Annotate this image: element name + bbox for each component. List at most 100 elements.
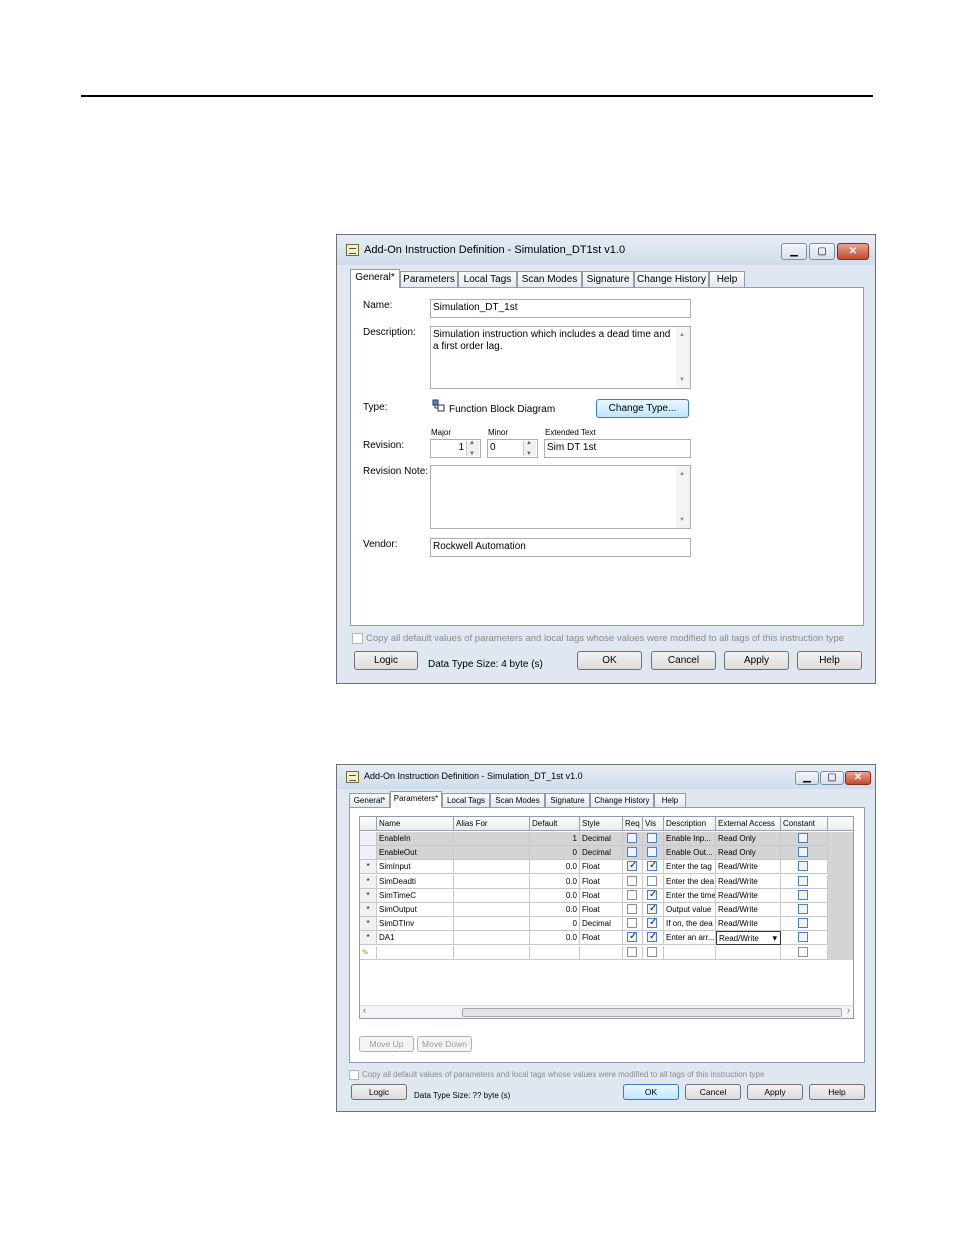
title-bar[interactable]: Add-On Instruction Definition - Simulati… (337, 765, 875, 789)
copy-defaults-checkbox[interactable] (349, 1070, 359, 1080)
vis-checkbox[interactable] (647, 931, 657, 943)
cell-style[interactable]: Float (580, 874, 623, 889)
constant-checkbox[interactable] (798, 833, 808, 843)
move-up-button[interactable]: Move Up (359, 1036, 414, 1052)
revision-note-scrollbar[interactable] (676, 466, 690, 528)
cell-marker[interactable]: * (360, 903, 377, 917)
new-row-cell-style[interactable] (580, 945, 623, 960)
cell-default[interactable]: 0 (530, 846, 580, 861)
cell-access[interactable]: Read/Write (716, 888, 781, 903)
req-checkbox[interactable] (627, 904, 637, 914)
vis-checkbox[interactable] (647, 889, 657, 901)
cell-name[interactable]: SimOutput (377, 903, 454, 917)
revision-note-field[interactable] (430, 465, 691, 529)
vendor-field[interactable]: Rockwell Automation (430, 538, 691, 557)
cell-default[interactable]: 1 (530, 832, 580, 846)
cell-alias[interactable] (454, 860, 530, 875)
cell-style[interactable]: Float (580, 888, 623, 903)
cell-marker[interactable]: * (360, 860, 377, 875)
minor-spin-icon[interactable] (523, 440, 536, 457)
cell-description[interactable]: Output value (664, 903, 716, 917)
cell-description[interactable]: Enter the time (664, 888, 716, 903)
chevron-down-icon[interactable]: ▾ (772, 932, 777, 944)
cell-constant[interactable] (781, 832, 828, 846)
tab-general[interactable]: General* (350, 269, 400, 288)
cell-access[interactable]: Read Only (716, 832, 781, 846)
cell-access[interactable]: Read/Write (716, 903, 781, 917)
cell-req[interactable] (623, 917, 643, 932)
tab-change-history[interactable]: Change History (634, 271, 709, 288)
cell-vis[interactable] (643, 874, 664, 889)
cell-default[interactable]: 0 (530, 917, 580, 932)
cell-req[interactable] (623, 903, 643, 917)
minor-stepper[interactable]: 0 (487, 439, 538, 458)
tab-scan-modes[interactable]: Scan Modes (517, 271, 582, 288)
new-row-cell-req[interactable] (623, 945, 643, 960)
cell-vis[interactable] (643, 903, 664, 917)
cell-req[interactable] (623, 931, 643, 946)
extended-text-field[interactable]: Sim DT 1st (544, 439, 691, 458)
constant-checkbox[interactable] (798, 875, 808, 886)
minimize-button[interactable]: ▁ (781, 243, 807, 260)
cell-vis[interactable] (643, 888, 664, 903)
req-checkbox[interactable] (627, 847, 637, 858)
cell-name[interactable]: SimDeadti (377, 874, 454, 889)
tab-signature[interactable]: Signature (582, 271, 634, 288)
move-down-button[interactable]: Move Down (417, 1036, 472, 1052)
vis-checkbox[interactable] (647, 903, 657, 915)
cell-style[interactable]: Decimal (580, 832, 623, 846)
grid-horizontal-scrollbar[interactable]: ‹ › (360, 1005, 853, 1018)
column-header-description[interactable]: Description (664, 817, 716, 831)
column-header-vis[interactable]: Vis (643, 817, 664, 831)
column-header-constant[interactable]: Constant (781, 817, 828, 831)
tab-signature[interactable]: Signature (545, 793, 590, 807)
maximize-button[interactable]: ▢ (809, 243, 835, 260)
new-row-cell-name[interactable] (377, 945, 454, 960)
tab-help[interactable]: Help (654, 793, 686, 807)
cancel-button[interactable]: Cancel (685, 1084, 741, 1100)
cell-description[interactable]: Enter an arr... (664, 931, 716, 946)
new-row-cell-vis[interactable] (643, 945, 664, 960)
cell-default[interactable]: 0.0 (530, 931, 580, 946)
column-header-external-access[interactable]: External Access (716, 817, 781, 831)
major-stepper[interactable]: 1 (430, 439, 481, 458)
req-checkbox[interactable] (627, 889, 637, 900)
cell-name[interactable]: EnableOut (377, 846, 454, 861)
cell-req[interactable] (623, 846, 643, 861)
cell-req[interactable] (623, 832, 643, 846)
vis-checkbox[interactable] (647, 917, 657, 929)
cell-name[interactable]: DA1 (377, 931, 454, 946)
major-spin-icon[interactable] (466, 440, 479, 457)
cell-access[interactable]: Read/Write (716, 860, 781, 875)
cell-constant[interactable] (781, 917, 828, 932)
column-header-default[interactable]: Default (530, 817, 580, 831)
cell-marker[interactable]: * (360, 917, 377, 932)
scroll-left-icon[interactable]: ‹ (363, 1005, 366, 1015)
description-field[interactable]: Simulation instruction which includes a … (430, 326, 691, 389)
constant-checkbox[interactable] (798, 889, 808, 900)
cell-description[interactable]: If on, the dea (664, 917, 716, 932)
tab-change-history[interactable]: Change History (590, 793, 654, 807)
new-row-cell-constant[interactable] (781, 945, 828, 960)
constant-checkbox[interactable] (798, 946, 808, 957)
req-checkbox[interactable] (627, 946, 637, 957)
tab-local-tags[interactable]: Local Tags (458, 271, 517, 288)
constant-checkbox[interactable] (798, 847, 808, 858)
vis-checkbox[interactable] (647, 847, 657, 858)
cell-alias[interactable] (454, 931, 530, 946)
cell-default[interactable]: 0.0 (530, 860, 580, 875)
cell-vis[interactable] (643, 860, 664, 875)
parameters-grid[interactable]: Name Alias For Default Style Req Vis Des… (359, 816, 854, 1019)
cell-description[interactable]: Enter the dea (664, 874, 716, 889)
cell-constant[interactable] (781, 931, 828, 946)
logic-button[interactable]: Logic (354, 651, 418, 670)
constant-checkbox[interactable] (798, 904, 808, 914)
cell-req[interactable] (623, 860, 643, 875)
cell-constant[interactable] (781, 903, 828, 917)
new-row-cell-marker[interactable]: ✎ (360, 945, 377, 960)
help-button[interactable]: Help (797, 651, 862, 670)
req-checkbox[interactable] (627, 875, 637, 886)
new-row-cell-alias[interactable] (454, 945, 530, 960)
apply-button[interactable]: Apply (724, 651, 789, 670)
cell-vis[interactable] (643, 832, 664, 846)
